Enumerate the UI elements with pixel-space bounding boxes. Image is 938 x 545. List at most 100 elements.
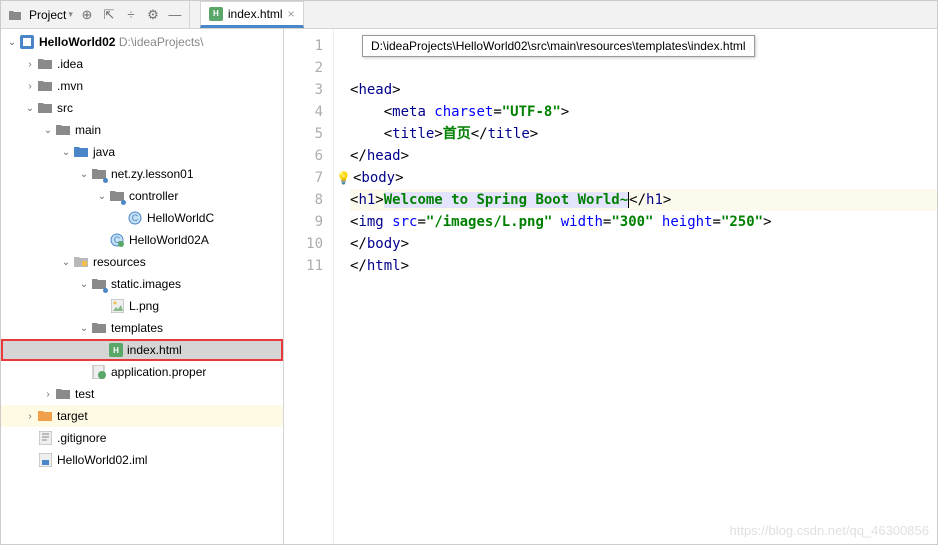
tree-item[interactable]: ⌄ static.images: [1, 273, 283, 295]
top-toolbar: Project▾ ⊕ ⇱ ÷ ⚙ — H index.html ×: [1, 1, 937, 29]
label: HelloWorld02A: [129, 233, 209, 247]
tree-item[interactable]: ⌄controller: [1, 185, 283, 207]
tree-item[interactable]: ⌄ resources: [1, 251, 283, 273]
divide-icon[interactable]: ÷: [123, 7, 139, 23]
label: net.zy.lesson01: [111, 167, 194, 181]
label: test: [75, 387, 94, 401]
code-line: </body>: [350, 233, 937, 255]
collapse-icon[interactable]: ⇱: [101, 7, 117, 23]
target-icon[interactable]: ⊕: [79, 7, 95, 23]
close-icon[interactable]: ×: [288, 7, 295, 21]
line-num: 6: [284, 145, 323, 167]
tree-item-selected[interactable]: Hindex.html: [1, 339, 283, 361]
class-icon: C: [127, 210, 143, 226]
source-folder-icon: [73, 144, 89, 160]
tab-index-html[interactable]: H index.html ×: [200, 1, 304, 28]
code-line: <meta charset="UTF-8">: [350, 101, 937, 123]
label: src: [57, 101, 73, 115]
line-num: 2: [284, 57, 323, 79]
chevron-right-icon[interactable]: ›: [41, 389, 55, 400]
tree-item[interactable]: ⌄ templates: [1, 317, 283, 339]
gear-icon[interactable]: ⚙: [145, 7, 161, 23]
folder-icon: [7, 7, 23, 23]
label: main: [75, 123, 101, 137]
label: .gitignore: [57, 431, 106, 445]
tree-item[interactable]: application.proper: [1, 361, 283, 383]
tree-item[interactable]: .gitignore: [1, 427, 283, 449]
path-tooltip: D:\ideaProjects\HelloWorld02\src\main\re…: [362, 35, 755, 57]
watermark: https://blog.csdn.net/qq_46300856: [730, 523, 930, 538]
line-num: 4: [284, 101, 323, 123]
label: HelloWorld02: [39, 35, 115, 49]
project-tree[interactable]: ⌄HelloWorld02 D:\ideaProjects\ ›.idea ›.…: [1, 29, 284, 544]
label: target: [57, 409, 88, 423]
package-icon: [109, 188, 125, 204]
chevron-down-icon[interactable]: ⌄: [23, 103, 37, 114]
project-dropdown[interactable]: Project▾: [29, 8, 73, 22]
code-line: <img src="/images/L.png" width="300" hei…: [350, 211, 937, 233]
code-line: 💡<body>: [350, 167, 937, 189]
chevron-down-icon[interactable]: ⌄: [77, 323, 91, 334]
module-icon: [19, 34, 35, 50]
label: templates: [111, 321, 163, 335]
bulb-icon[interactable]: 💡: [336, 171, 351, 185]
folder-icon: [37, 56, 53, 72]
label: L.png: [129, 299, 159, 313]
code-area[interactable]: D:\ideaProjects\HelloWorld02\src\main\re…: [334, 29, 937, 544]
tree-item[interactable]: CHelloWorldC: [1, 207, 283, 229]
main-body: ⌄HelloWorld02 D:\ideaProjects\ ›.idea ›.…: [1, 29, 937, 544]
line-num: 10: [284, 233, 323, 255]
chevron-down-icon[interactable]: ⌄: [95, 191, 109, 202]
label: resources: [93, 255, 146, 269]
chevron-down-icon[interactable]: ⌄: [77, 169, 91, 180]
line-num: 3: [284, 79, 323, 101]
label: .mvn: [57, 79, 83, 93]
tree-item[interactable]: ⌄ main: [1, 119, 283, 141]
chevron-down-icon[interactable]: ⌄: [41, 125, 55, 136]
tree-root[interactable]: ⌄HelloWorld02 D:\ideaProjects\: [1, 31, 283, 53]
tree-item[interactable]: ⌄ src: [1, 97, 283, 119]
code-line-current: <h1>Welcome to Spring Boot World~</h1>: [350, 189, 937, 211]
ide-window: Project▾ ⊕ ⇱ ÷ ⚙ — H index.html × ⌄ Hello…: [0, 0, 938, 545]
tree-item[interactable]: › .mvn: [1, 75, 283, 97]
chevron-right-icon[interactable]: ›: [23, 81, 37, 92]
code-line: <title>首页</title>: [350, 123, 937, 145]
line-num: 7: [284, 167, 323, 189]
tree-item[interactable]: › target: [1, 405, 283, 427]
chevron-right-icon[interactable]: ›: [23, 59, 37, 70]
project-label-text: Project: [29, 8, 66, 22]
chevron-down-icon[interactable]: ⌄: [59, 257, 73, 268]
tree-item[interactable]: › test: [1, 383, 283, 405]
code-line: </head>: [350, 145, 937, 167]
label: application.proper: [111, 365, 206, 379]
package-icon: [91, 166, 107, 182]
tree-item[interactable]: ⌄java: [1, 141, 283, 163]
project-toolbar: Project▾ ⊕ ⇱ ÷ ⚙ —: [1, 1, 190, 28]
line-num: 1: [284, 35, 323, 57]
folder-icon: [55, 122, 71, 138]
code-editor[interactable]: 1 2 3 4 5 6 7 8 9 10 11 D:\ideaProjects\…: [284, 29, 937, 544]
html-file-icon: H: [209, 7, 223, 21]
folder-icon: [91, 276, 107, 292]
folder-icon: [37, 100, 53, 116]
line-gutter: 1 2 3 4 5 6 7 8 9 10 11: [284, 29, 334, 544]
chevron-down-icon[interactable]: ⌄: [5, 37, 19, 48]
chevron-right-icon[interactable]: ›: [23, 411, 37, 422]
label: static.images: [111, 277, 181, 291]
label: index.html: [127, 343, 182, 357]
label: .idea: [57, 57, 83, 71]
code-line: [350, 57, 937, 79]
tree-item[interactable]: ⌄ net.zy.lesson01: [1, 163, 283, 185]
chevron-down-icon[interactable]: ⌄: [59, 147, 73, 158]
gitignore-icon: [37, 430, 53, 446]
properties-file-icon: [91, 364, 107, 380]
tree-item[interactable]: HelloWorld02.iml: [1, 449, 283, 471]
minimize-icon[interactable]: —: [167, 7, 183, 23]
tree-item[interactable]: CHelloWorld02A: [1, 229, 283, 251]
tree-item[interactable]: › .idea: [1, 53, 283, 75]
tree-item[interactable]: L.png: [1, 295, 283, 317]
chevron-down-icon[interactable]: ⌄: [77, 279, 91, 290]
folder-icon: [91, 320, 107, 336]
html-file-icon: H: [109, 343, 123, 357]
code-line: </html>: [350, 255, 937, 277]
